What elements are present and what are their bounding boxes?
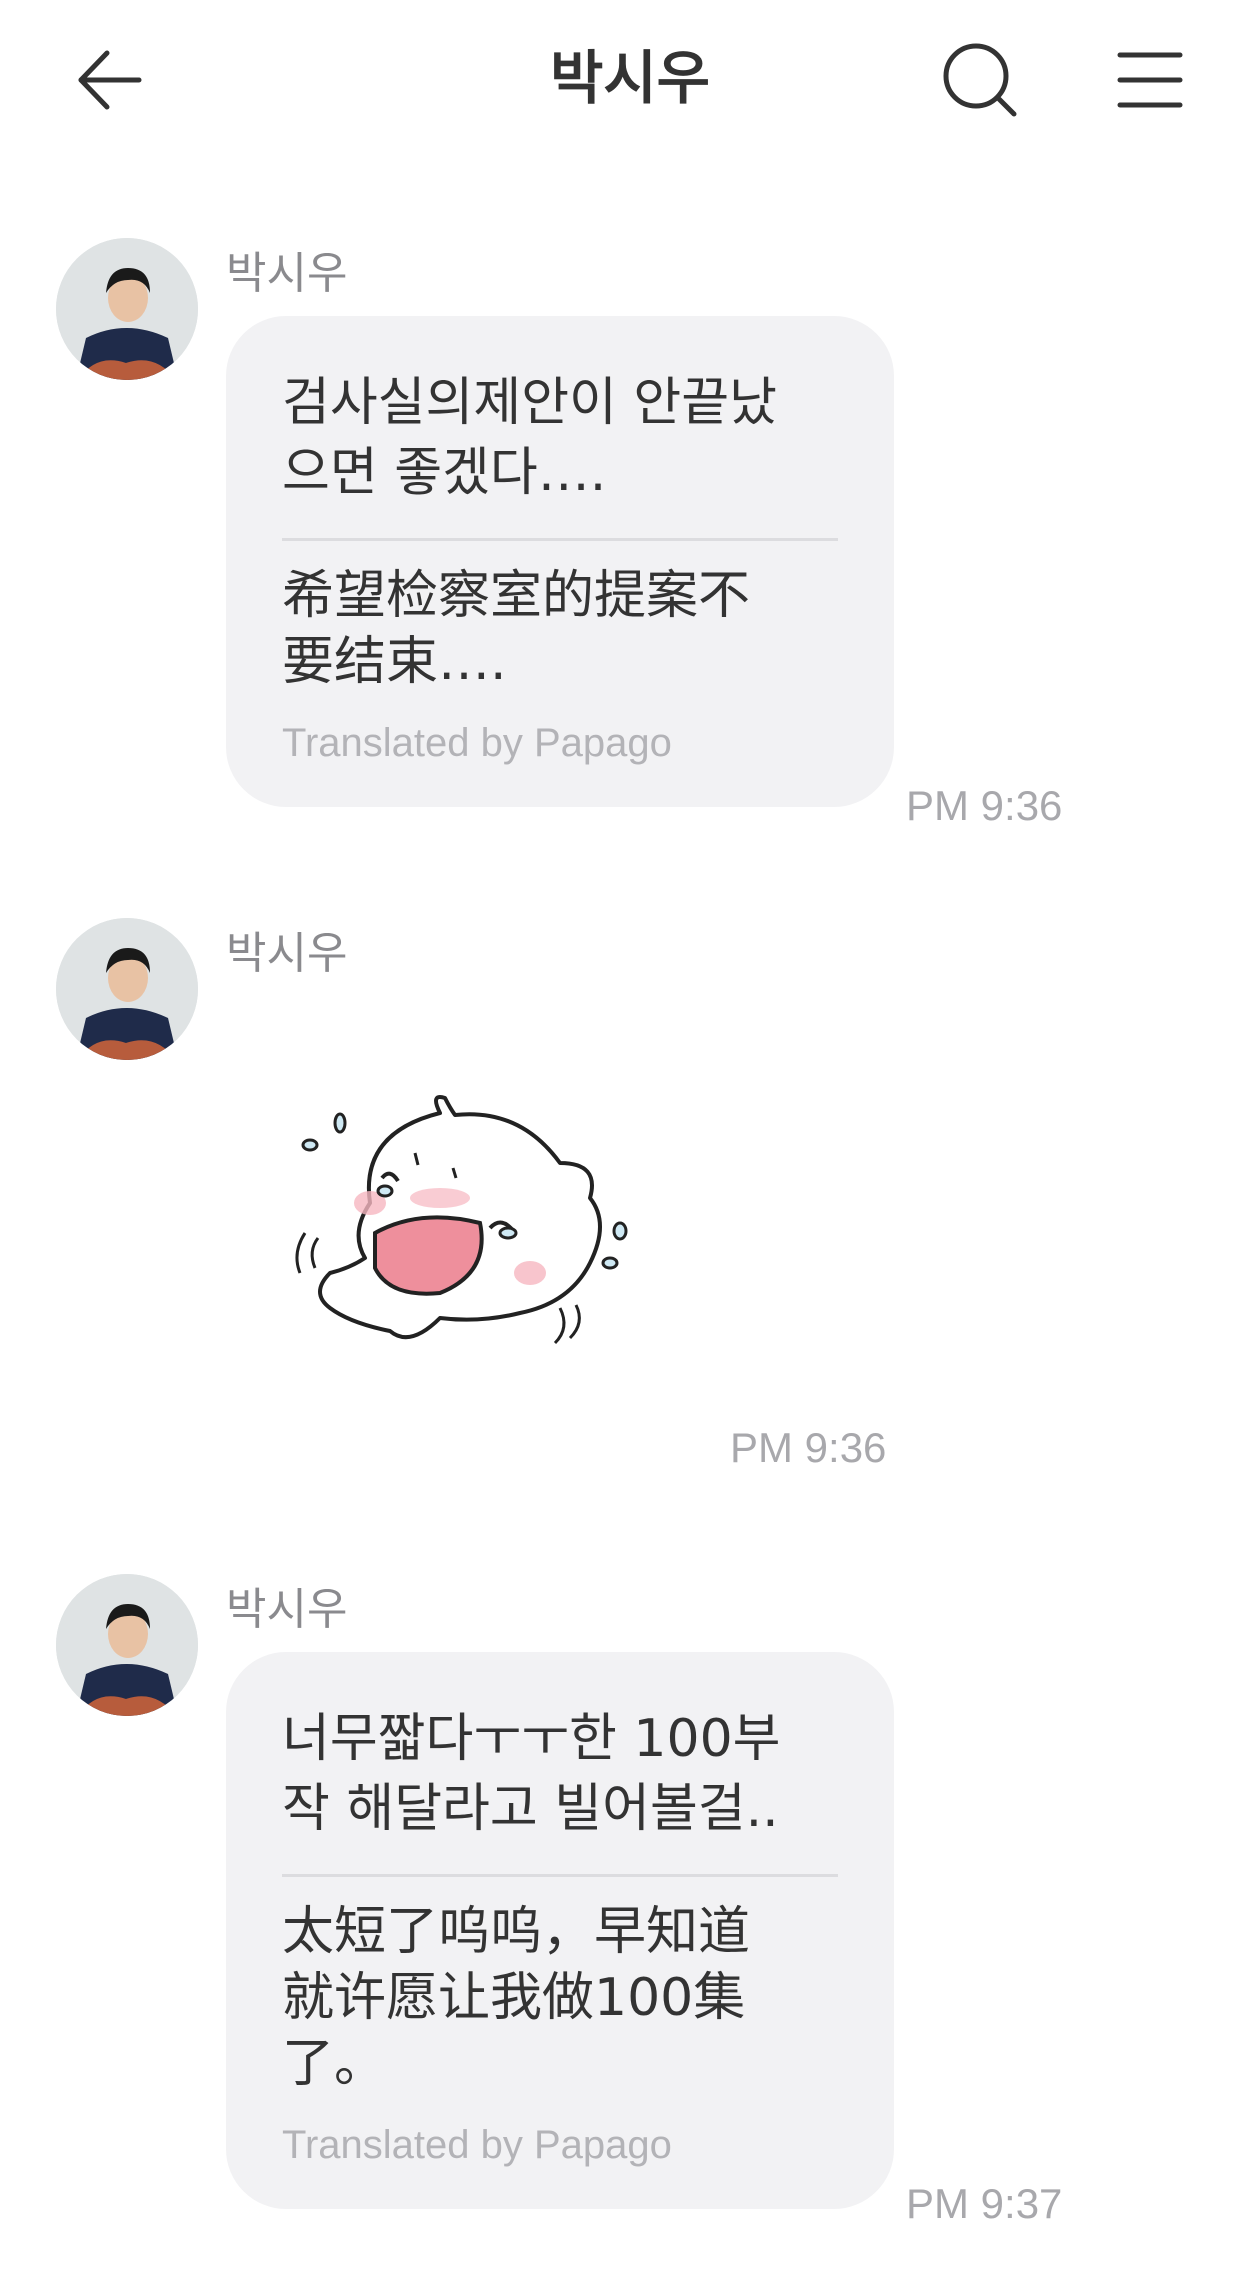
sender-name: 박시우	[226, 248, 348, 299]
message-bubble[interactable]: 검사실의제안이 안끝났 으면 좋겠다…. 希望检察室的提案不 要结束…. Tra…	[226, 316, 894, 807]
original-text: 너무짧다ㅜㅜ한 100부 작 해달라고 빌어볼걸..	[282, 1709, 781, 1839]
profile-photo-icon	[56, 918, 198, 1060]
translation-credit: Translated by Papago	[282, 721, 672, 765]
translated-text: 太短了呜呜，早知道 就许愿让我做100集 了。	[282, 1902, 751, 2094]
translation-divider	[282, 538, 838, 541]
profile-photo-icon	[56, 1574, 198, 1716]
crying-cartoon-sticker-icon	[295, 1095, 628, 1345]
sender-name: 박시우	[226, 928, 348, 979]
sticker[interactable]	[290, 1083, 670, 1403]
menu-button[interactable]	[1100, 30, 1200, 130]
chat-header: 박시우	[0, 0, 1260, 150]
avatar[interactable]	[56, 918, 198, 1060]
translation-credit: Translated by Papago	[282, 2123, 672, 2167]
original-text: 검사실의제안이 안끝났 으면 좋겠다….	[282, 373, 777, 503]
message-time: PM 9:36	[730, 1424, 887, 1471]
message-time: PM 9:36	[906, 782, 1063, 829]
message-bubble[interactable]: 너무짧다ㅜㅜ한 100부 작 해달라고 빌어볼걸.. 太短了呜呜，早知道 就许愿…	[226, 1652, 894, 2209]
hamburger-menu-icon	[1117, 52, 1183, 108]
search-button[interactable]	[930, 30, 1030, 130]
avatar[interactable]	[56, 1574, 198, 1716]
translated-text: 希望检察室的提案不 要结束….	[282, 566, 751, 692]
message-time: PM 9:37	[906, 2180, 1063, 2227]
profile-photo-icon	[56, 238, 198, 380]
chat-title: 박시우	[549, 44, 711, 112]
search-icon	[943, 43, 1017, 117]
avatar[interactable]	[56, 238, 198, 380]
sender-name: 박시우	[226, 1584, 348, 1635]
translation-divider	[282, 1874, 838, 1877]
